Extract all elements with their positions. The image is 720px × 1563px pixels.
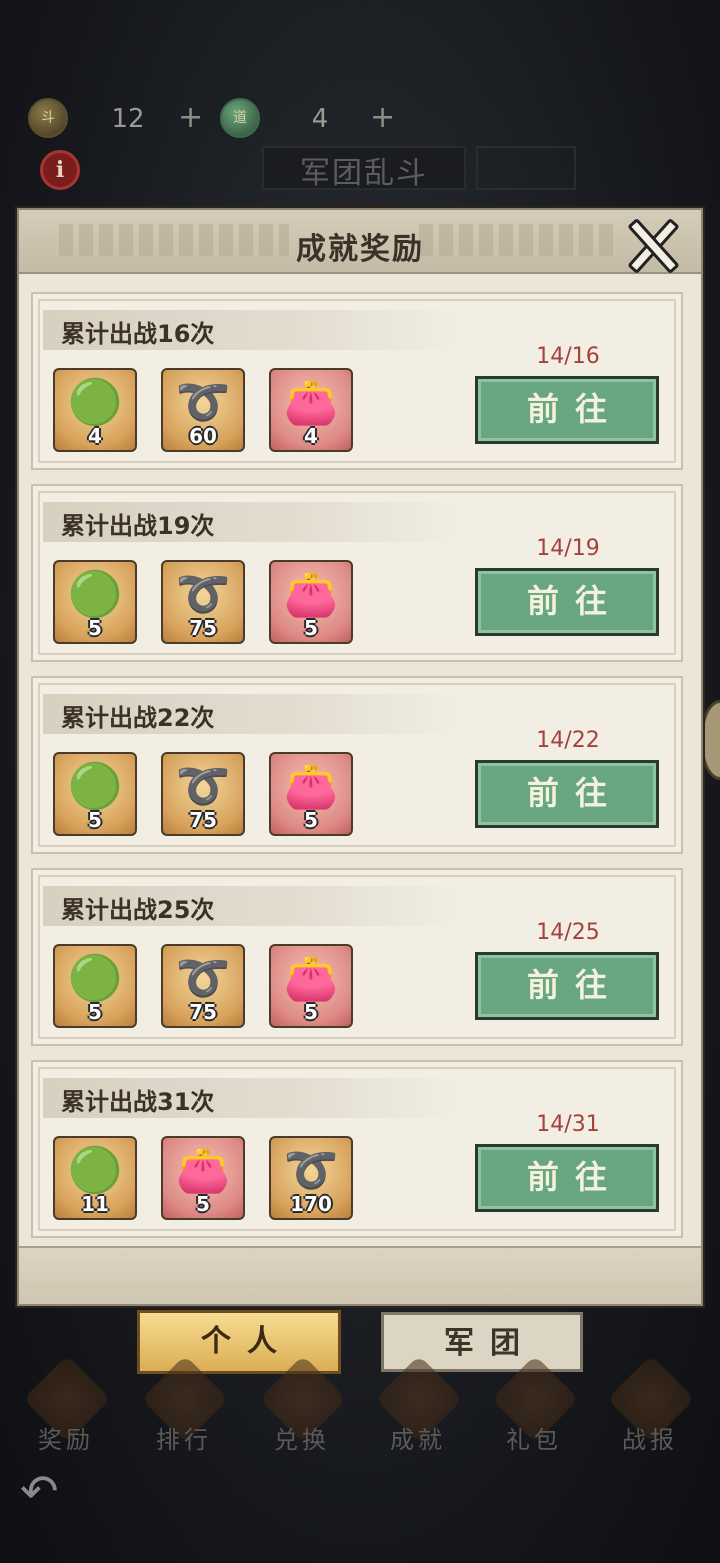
reward-quantity: 5 <box>88 808 102 832</box>
go-button[interactable]: 前往 <box>475 1144 659 1212</box>
achievement-title: 累计出战19次 <box>61 512 215 540</box>
nav-item-achievement[interactable]: 成就 <box>368 1355 468 1460</box>
go-button[interactable]: 前往 <box>475 952 659 1020</box>
nav-item-label: 兑换 <box>274 1426 330 1454</box>
jade-pendant-icon: 🟢 <box>67 953 123 1004</box>
achievement-card: 累计出战19次 🟢 5 ➰ 75 👛 5 14/19 前往 <box>31 484 683 662</box>
nav-item-label: 礼包 <box>506 1426 562 1454</box>
side-scroll-handle[interactable] <box>700 700 720 780</box>
nav-item-label: 战报 <box>622 1426 678 1454</box>
reward-quantity: 5 <box>304 1000 318 1024</box>
reward-item[interactable]: 🟢 11 <box>53 1136 137 1220</box>
go-button[interactable]: 前往 <box>475 568 659 636</box>
achievement-title: 累计出战25次 <box>61 896 215 924</box>
reward-item[interactable]: 🟢 5 <box>53 560 137 644</box>
reward-item[interactable]: ➰ 75 <box>161 752 245 836</box>
reward-item[interactable]: ➰ 75 <box>161 560 245 644</box>
header-ornament <box>476 146 576 190</box>
reward-item[interactable]: ➰ 75 <box>161 944 245 1028</box>
back-button[interactable]: ↶ <box>20 1466 78 1516</box>
go-button[interactable]: 前往 <box>475 760 659 828</box>
reward-quantity: 11 <box>81 1192 109 1216</box>
treasure-bag-icon: 👛 <box>175 1145 231 1196</box>
info-button[interactable]: i <box>40 150 80 190</box>
page-title: 军团乱斗 <box>300 156 428 191</box>
reward-quantity: 5 <box>88 1000 102 1024</box>
nav-item-exchange[interactable]: 兑换 <box>252 1355 352 1460</box>
resource-dou-glyph: 斗 <box>41 110 55 126</box>
achievement-progress: 14/31 <box>536 1112 600 1137</box>
reward-quantity: 5 <box>304 616 318 640</box>
bottom-nav: 奖励 排行 兑换 成就 礼包 战报 <box>0 1355 720 1460</box>
back-arrow-icon: ↶ <box>20 1464 59 1518</box>
resource-bar: 斗 12 + 道 4 + <box>28 96 408 142</box>
nav-item-gift-pack[interactable]: 礼包 <box>484 1355 584 1460</box>
reward-quantity: 75 <box>189 1000 217 1024</box>
achievement-progress: 14/19 <box>536 536 600 561</box>
reward-item[interactable]: ➰ 60 <box>161 368 245 452</box>
reward-quantity: 75 <box>189 616 217 640</box>
nav-item-label: 排行 <box>156 1426 212 1454</box>
reward-quantity: 5 <box>304 808 318 832</box>
resource-dou-value: 12 <box>111 104 145 134</box>
jade-pendant-icon: 🟢 <box>67 761 123 812</box>
reward-item[interactable]: ➰ 170 <box>269 1136 353 1220</box>
nav-item-ranking[interactable]: 排行 <box>134 1355 234 1460</box>
achievement-title: 累计出战16次 <box>61 320 215 348</box>
close-button[interactable] <box>625 217 681 275</box>
reward-item[interactable]: 🟢 4 <box>53 368 137 452</box>
rope-bracelet-icon: ➰ <box>175 377 231 428</box>
dialog-header: 成就奖励 <box>19 210 701 275</box>
rope-bracelet-icon: ➰ <box>175 953 231 1004</box>
achievement-card: 累计出战22次 🟢 5 ➰ 75 👛 5 14/22 前往 <box>31 676 683 854</box>
dialog-footer-pattern <box>19 1246 701 1304</box>
reward-quantity: 60 <box>189 424 217 448</box>
nav-item-label: 奖励 <box>38 1426 94 1454</box>
reward-item[interactable]: 👛 5 <box>161 1136 245 1220</box>
nav-item-reward[interactable]: 奖励 <box>16 1355 116 1460</box>
nav-item-label: 成就 <box>390 1426 446 1454</box>
treasure-bag-icon: 👛 <box>283 953 339 1004</box>
resource-dou-add-button[interactable]: + <box>178 100 203 135</box>
reward-quantity: 4 <box>304 424 318 448</box>
achievement-list[interactable]: 累计出战16次 🟢 4 ➰ 60 👛 4 14/16 前往 累计出战19次 🟢 … <box>31 292 683 1252</box>
dou-token-icon: 斗 <box>28 98 68 138</box>
reward-item[interactable]: 👛 5 <box>269 752 353 836</box>
rope-bracelet-icon: ➰ <box>283 1145 339 1196</box>
reward-quantity: 5 <box>88 616 102 640</box>
achievement-title: 累计出战22次 <box>61 704 215 732</box>
reward-item[interactable]: 👛 5 <box>269 944 353 1028</box>
reward-quantity: 75 <box>189 808 217 832</box>
reward-item[interactable]: 🟢 5 <box>53 944 137 1028</box>
treasure-bag-icon: 👛 <box>283 761 339 812</box>
reward-item[interactable]: 👛 5 <box>269 560 353 644</box>
achievement-card: 累计出战16次 🟢 4 ➰ 60 👛 4 14/16 前往 <box>31 292 683 470</box>
dialog-title: 成就奖励 <box>296 232 424 267</box>
reward-quantity: 5 <box>196 1192 210 1216</box>
reward-item[interactable]: 👛 4 <box>269 368 353 452</box>
achievement-title: 累计出战31次 <box>61 1088 215 1116</box>
jade-pendant-icon: 🟢 <box>67 1145 123 1196</box>
achievement-progress: 14/16 <box>536 344 600 369</box>
treasure-bag-icon: 👛 <box>283 569 339 620</box>
jade-pendant-icon: 🟢 <box>67 377 123 428</box>
resource-dao-glyph: 道 <box>233 110 247 126</box>
reward-item[interactable]: 🟢 5 <box>53 752 137 836</box>
go-button[interactable]: 前往 <box>475 376 659 444</box>
resource-dao-add-button[interactable]: + <box>370 100 395 135</box>
reward-quantity: 4 <box>88 424 102 448</box>
jade-pendant-icon: 🟢 <box>67 569 123 620</box>
nav-item-battle-report[interactable]: 战报 <box>600 1355 700 1460</box>
achievement-reward-dialog: 成就奖励 累计出战16次 🟢 4 ➰ 60 👛 4 14/16 前往 累计出战1… <box>17 208 703 1306</box>
treasure-bag-icon: 👛 <box>283 377 339 428</box>
achievement-card: 累计出战31次 🟢 11 👛 5 ➰ 170 14/31 前往 <box>31 1060 683 1238</box>
rope-bracelet-icon: ➰ <box>175 761 231 812</box>
achievement-card: 累计出战25次 🟢 5 ➰ 75 👛 5 14/25 前往 <box>31 868 683 1046</box>
achievement-progress: 14/25 <box>536 920 600 945</box>
dao-token-icon: 道 <box>220 98 260 138</box>
achievement-progress: 14/22 <box>536 728 600 753</box>
resource-dao-value: 4 <box>311 104 329 134</box>
rope-bracelet-icon: ➰ <box>175 569 231 620</box>
reward-quantity: 170 <box>290 1192 332 1216</box>
